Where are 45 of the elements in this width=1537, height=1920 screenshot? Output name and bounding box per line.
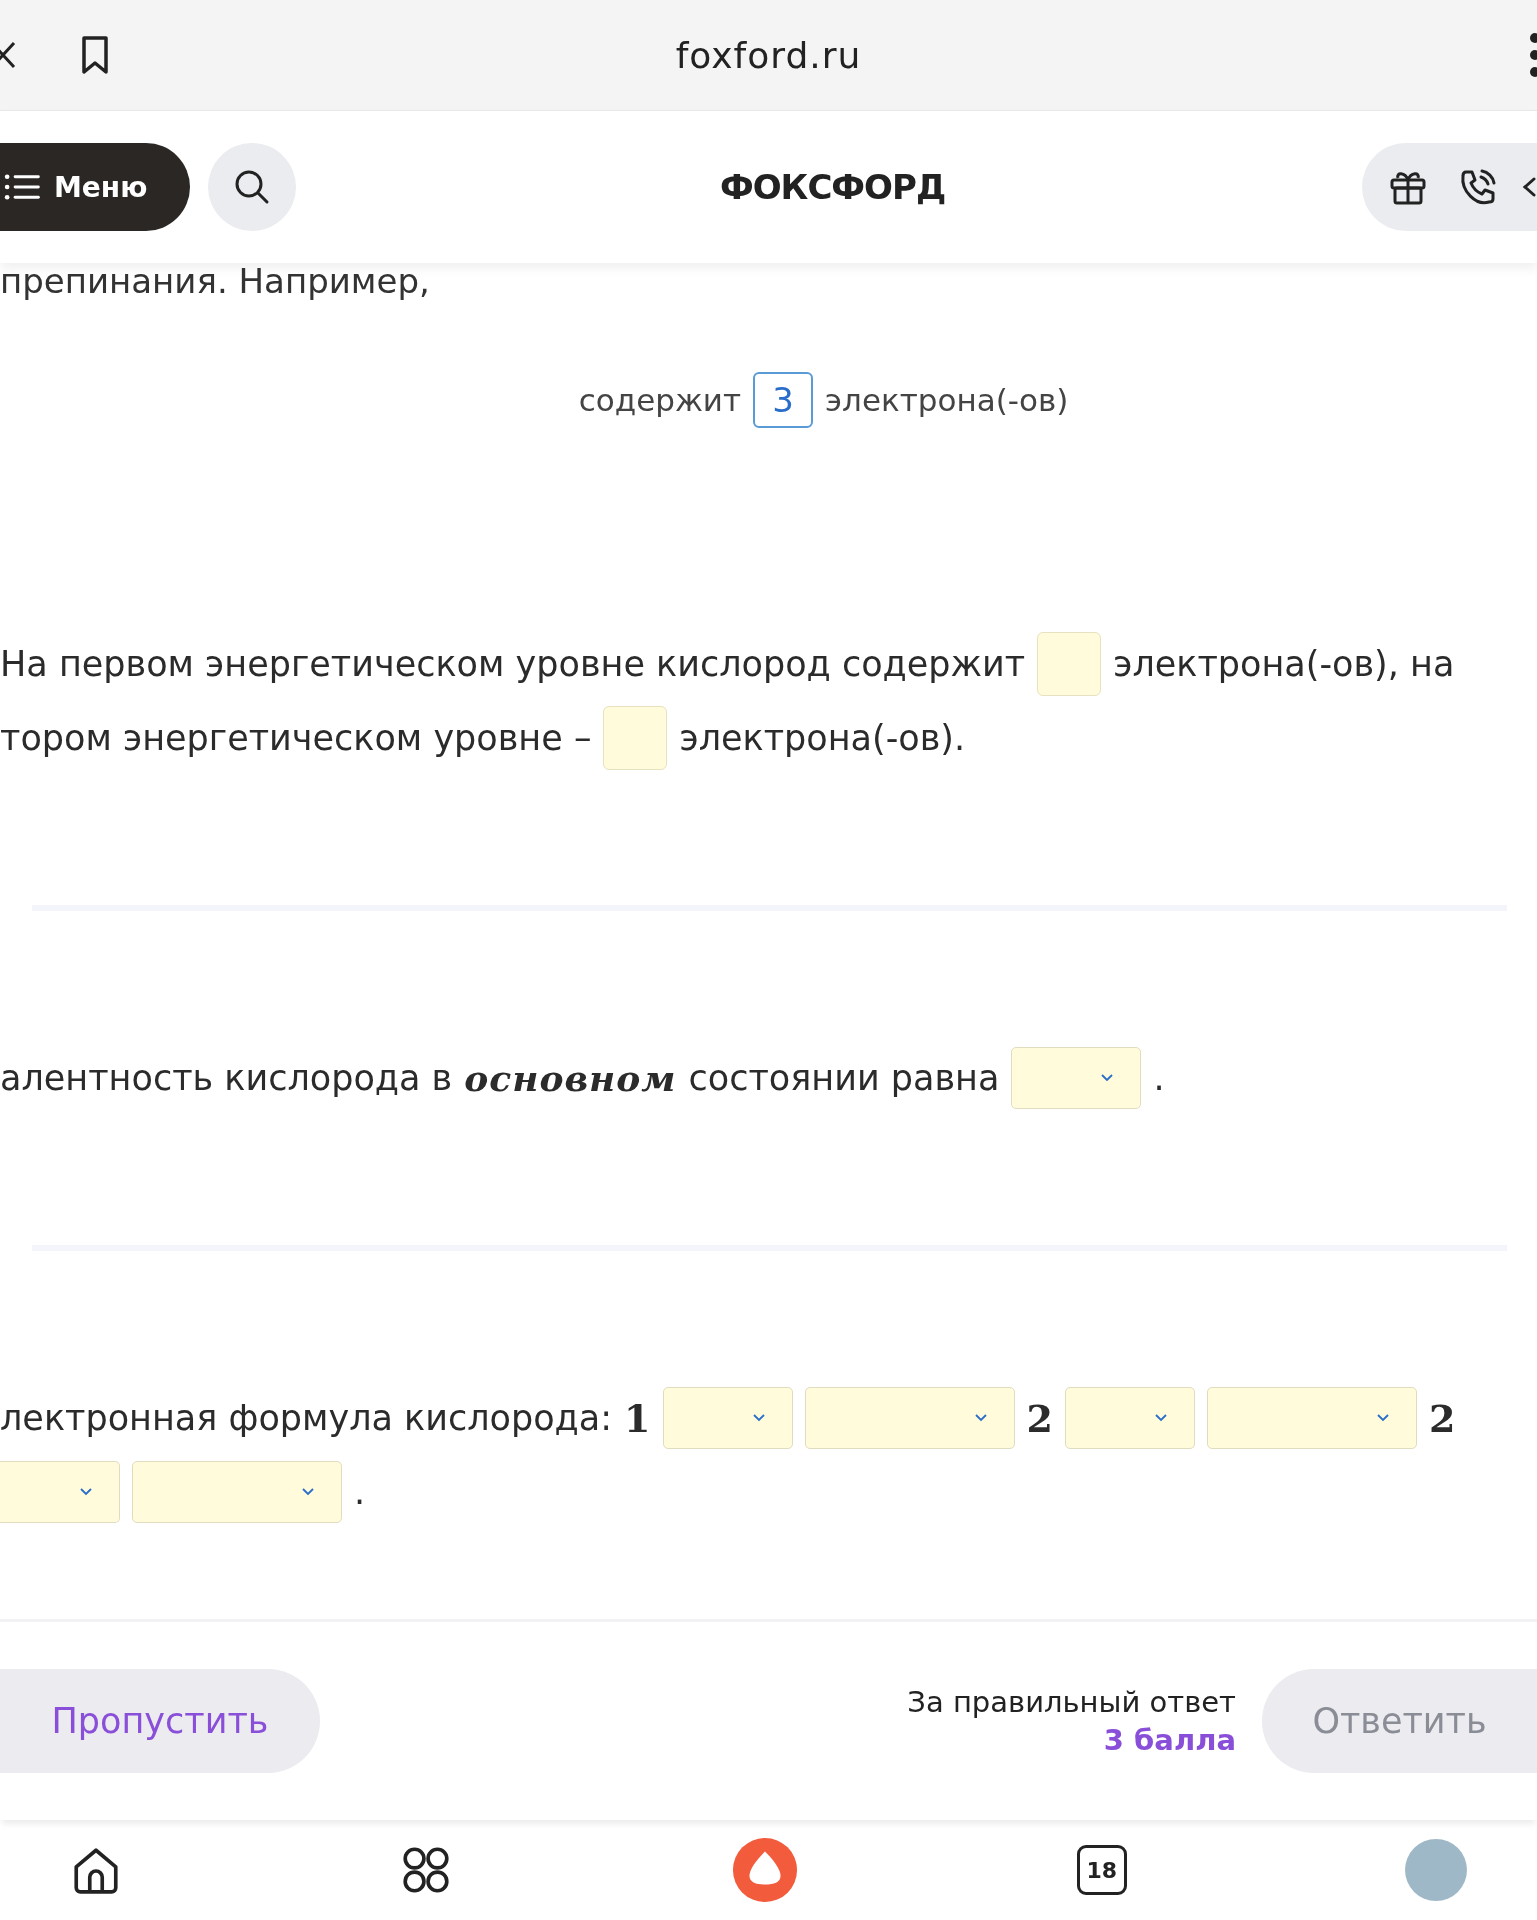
math-number: 2 (1428, 1395, 1456, 1441)
math-number: 2 (1026, 1395, 1053, 1441)
chevron-down-icon (301, 1487, 315, 1497)
question-text: содержит (578, 382, 742, 418)
chevron-down-icon (1100, 1073, 1115, 1083)
question-text: . (1153, 1058, 1165, 1098)
dropdown-field[interactable] (1064, 1387, 1195, 1449)
more-icon[interactable] (1527, 30, 1537, 80)
dropdown-field[interactable] (132, 1461, 342, 1523)
dropdown-field[interactable] (1011, 1047, 1142, 1109)
question-text: электрона(-ов). (679, 718, 966, 758)
question-text: состоянии равна (688, 1058, 1000, 1098)
logo-text[interactable]: ФОКСФОРД (720, 167, 946, 207)
chevron-down-icon (1375, 1413, 1390, 1423)
question-text: электрона(-ов), на (1113, 644, 1455, 684)
answer-field[interactable] (1037, 632, 1102, 696)
calendar-button[interactable]: 18 (1076, 1845, 1127, 1895)
answer-field[interactable]: 3 (753, 372, 814, 428)
dropdown-field[interactable] (804, 1387, 1015, 1449)
reward-label: За правильный ответ (907, 1685, 1236, 1719)
intro-text: препинания. Например, (0, 260, 431, 303)
math-text: основном (464, 1057, 677, 1099)
chevron-down-icon (751, 1413, 766, 1423)
bookmark-icon[interactable] (80, 35, 110, 75)
question-text: лектронная формула кислорода: (0, 1398, 613, 1438)
chevron-down-icon (973, 1413, 988, 1423)
skip-button[interactable]: Пропустить (0, 1669, 320, 1773)
question-text: На первом энергетическом уровне кислород содержит (0, 644, 1026, 684)
dropdown-field[interactable] (662, 1387, 793, 1449)
chevron-down-icon (79, 1487, 93, 1497)
chevron-down-icon (1153, 1413, 1168, 1423)
math-number: 1 (624, 1395, 651, 1441)
question-text: электрона(-ов) (825, 382, 1069, 418)
url-text[interactable]: foxford.ru (675, 34, 862, 76)
question-text: . (354, 1472, 366, 1512)
question-text: алентность кислорода в (0, 1058, 453, 1098)
menu-icon (4, 173, 42, 201)
assistant-icon[interactable] (730, 1836, 799, 1904)
answer-field[interactable] (603, 706, 668, 770)
menu-button[interactable]: Меню (0, 143, 190, 231)
dropdown-field[interactable] (0, 1461, 120, 1523)
dropdown-field[interactable] (1206, 1387, 1417, 1449)
phone-icon[interactable] (1458, 167, 1498, 207)
reward-points: 3 балла (1103, 1723, 1236, 1757)
question-text: тором энергетическом уровне – (0, 718, 592, 758)
